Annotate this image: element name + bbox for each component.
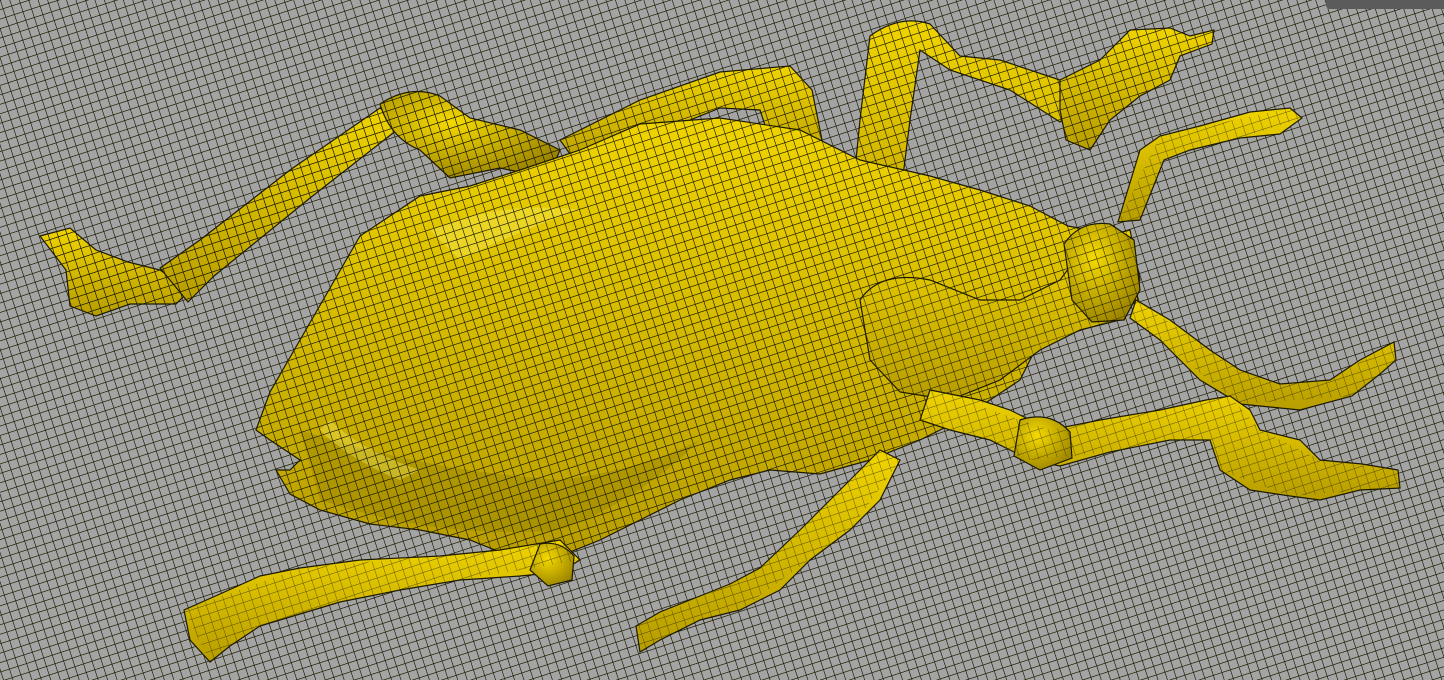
beetle-mesh-render [0,0,1444,680]
panel-corner-tab[interactable] [1326,0,1444,9]
3d-viewport[interactable] [0,0,1444,680]
